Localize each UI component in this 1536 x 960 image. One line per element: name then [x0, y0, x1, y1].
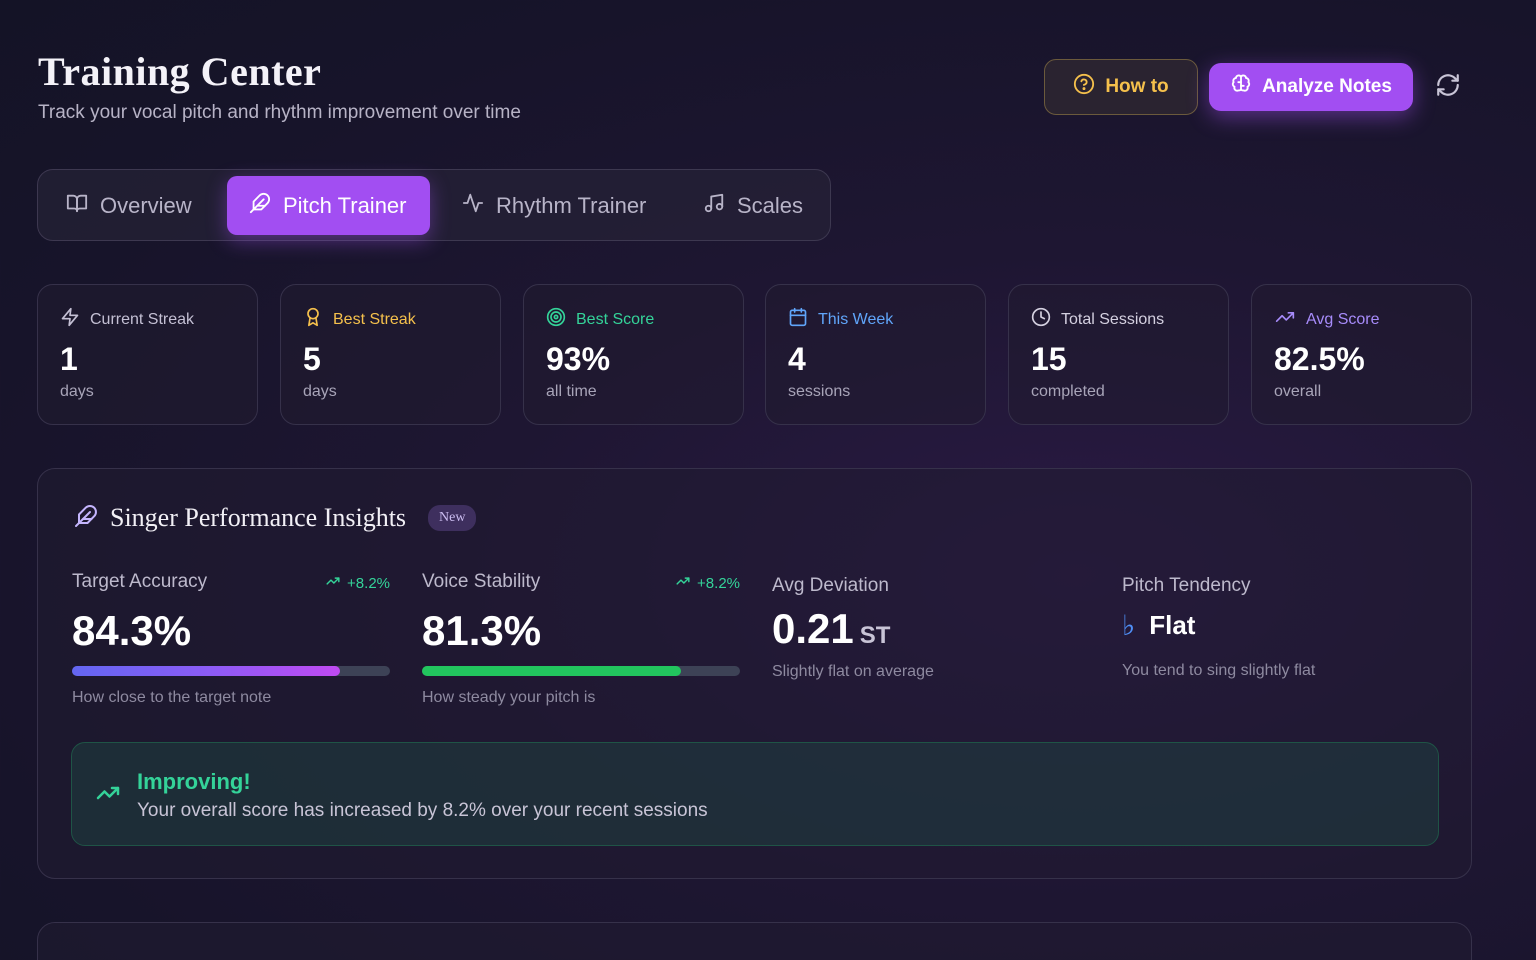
help-circle-icon: [1073, 73, 1095, 101]
metric-description: How close to the target note: [72, 689, 272, 706]
trending-up-icon: [675, 574, 691, 592]
stat-label: Best Streak: [333, 310, 416, 328]
tab-pitch-trainer-label: Pitch Trainer: [283, 192, 407, 218]
stat-label: Current Streak: [90, 310, 195, 328]
metric-description: How steady your pitch is: [422, 689, 596, 706]
avg-deviation-metric: Avg Deviation 0.21 ST Slightly flat on av…: [772, 575, 1090, 725]
metric-trend-value: +8.2%: [347, 574, 390, 592]
refresh-icon: [1435, 72, 1461, 103]
how-to-label: How to: [1105, 76, 1169, 97]
stat-label: Avg Score: [1306, 310, 1380, 328]
calendar-icon: [788, 307, 808, 332]
stat-card-this-week: This Week 4 sessions: [765, 284, 986, 425]
metric-value: Flat: [1149, 610, 1196, 640]
how-to-button[interactable]: How to: [1044, 59, 1198, 115]
tab-bar: Overview Pitch Trainer Rhythm Trainer Sc…: [37, 169, 831, 241]
stat-card-avg-score: Avg Score 82.5% overall: [1251, 284, 1472, 425]
metric-trend-value: +8.2%: [697, 574, 740, 592]
metric-value: 84.3%: [72, 607, 192, 654]
analyze-notes-button[interactable]: Analyze Notes: [1209, 63, 1413, 111]
stat-unit: sessions: [788, 383, 851, 400]
metric-value: 81.3%: [422, 607, 542, 654]
pulse-icon: [462, 192, 484, 220]
trending-up-icon: [1274, 307, 1296, 332]
insights-title: Singer Performance Insights: [110, 503, 407, 532]
music-note-icon: [703, 192, 725, 220]
refresh-button[interactable]: [1432, 72, 1464, 102]
progress-track: [422, 666, 740, 676]
stat-unit: days: [303, 383, 337, 400]
tab-rhythm-trainer[interactable]: Rhythm Trainer: [440, 176, 668, 235]
metric-description: You tend to sing slightly flat: [1122, 662, 1316, 679]
improving-banner: Improving! Your overall score has increa…: [71, 742, 1439, 846]
stat-value: 4: [788, 341, 806, 377]
metric-label: Target Accuracy: [72, 571, 208, 592]
stat-value: 15: [1031, 341, 1067, 377]
page-subtitle: Track your vocal pitch and rhythm improv…: [38, 102, 521, 123]
metric-label: Pitch Tendency: [1122, 575, 1251, 596]
stat-unit: all time: [546, 383, 597, 400]
improving-title: Improving!: [137, 769, 251, 794]
flat-symbol-icon: ♭: [1122, 610, 1136, 641]
analyze-notes-label: Analyze Notes: [1262, 76, 1392, 97]
tab-overview-label: Overview: [100, 192, 192, 218]
target-accuracy-metric: Target Accuracy +8.2% 84.3% How close to…: [72, 571, 390, 721]
trending-up-icon: [325, 574, 341, 592]
tab-scales[interactable]: Scales: [681, 176, 825, 235]
stat-card-best-streak: Best Streak 5 days: [280, 284, 501, 425]
stat-label: This Week: [818, 310, 894, 328]
award-icon: [303, 307, 323, 332]
metric-label: Voice Stability: [422, 571, 541, 592]
book-icon: [66, 192, 88, 220]
page-title: Training Center: [38, 49, 322, 94]
target-icon: [546, 307, 566, 332]
clock-icon: [1031, 307, 1051, 332]
tab-pitch-trainer[interactable]: Pitch Trainer: [227, 176, 430, 235]
metric-description: Slightly flat on average: [772, 663, 934, 680]
stat-value: 82.5%: [1274, 341, 1365, 377]
stat-value: 1: [60, 341, 78, 377]
stat-label: Best Score: [576, 310, 655, 328]
lightning-icon: [60, 307, 80, 332]
feather-icon: [249, 192, 271, 220]
tab-overview[interactable]: Overview: [44, 176, 214, 235]
stat-card-total-sessions: Total Sessions 15 completed: [1008, 284, 1229, 425]
stat-unit: overall: [1274, 383, 1322, 400]
stat-value: 5: [303, 341, 321, 377]
singer-performance-insights-panel: Singer Performance Insights New Target A…: [37, 468, 1472, 879]
progress-track: [72, 666, 390, 676]
progress-fill: [72, 666, 341, 676]
stat-unit: days: [60, 383, 94, 400]
pitch-tendency-metric: Pitch Tendency ♭ Flat You tend to sing s…: [1122, 575, 1440, 725]
trending-up-icon: [94, 781, 122, 810]
tab-rhythm-trainer-label: Rhythm Trainer: [496, 192, 647, 218]
brain-icon: [1230, 73, 1252, 101]
metric-unit: ST: [859, 622, 891, 649]
stat-value: 93%: [546, 341, 611, 377]
stat-label: Total Sessions: [1061, 310, 1165, 328]
improving-text: Your overall score has increased by 8.2%…: [137, 800, 708, 821]
metric-value: 0.21: [772, 605, 854, 652]
stat-unit: completed: [1031, 383, 1105, 400]
voice-stability-metric: Voice Stability +8.2% 81.3% How steady y…: [422, 571, 740, 721]
new-badge: New: [428, 505, 477, 531]
progress-fill: [422, 666, 681, 676]
tab-scales-label: Scales: [737, 192, 804, 218]
metric-label: Avg Deviation: [772, 575, 889, 596]
stat-card-current-streak: Current Streak 1 days: [37, 284, 258, 425]
stat-card-best-score: Best Score 93% all time: [523, 284, 744, 425]
feather-icon: [74, 504, 98, 533]
next-panel: [37, 922, 1472, 960]
